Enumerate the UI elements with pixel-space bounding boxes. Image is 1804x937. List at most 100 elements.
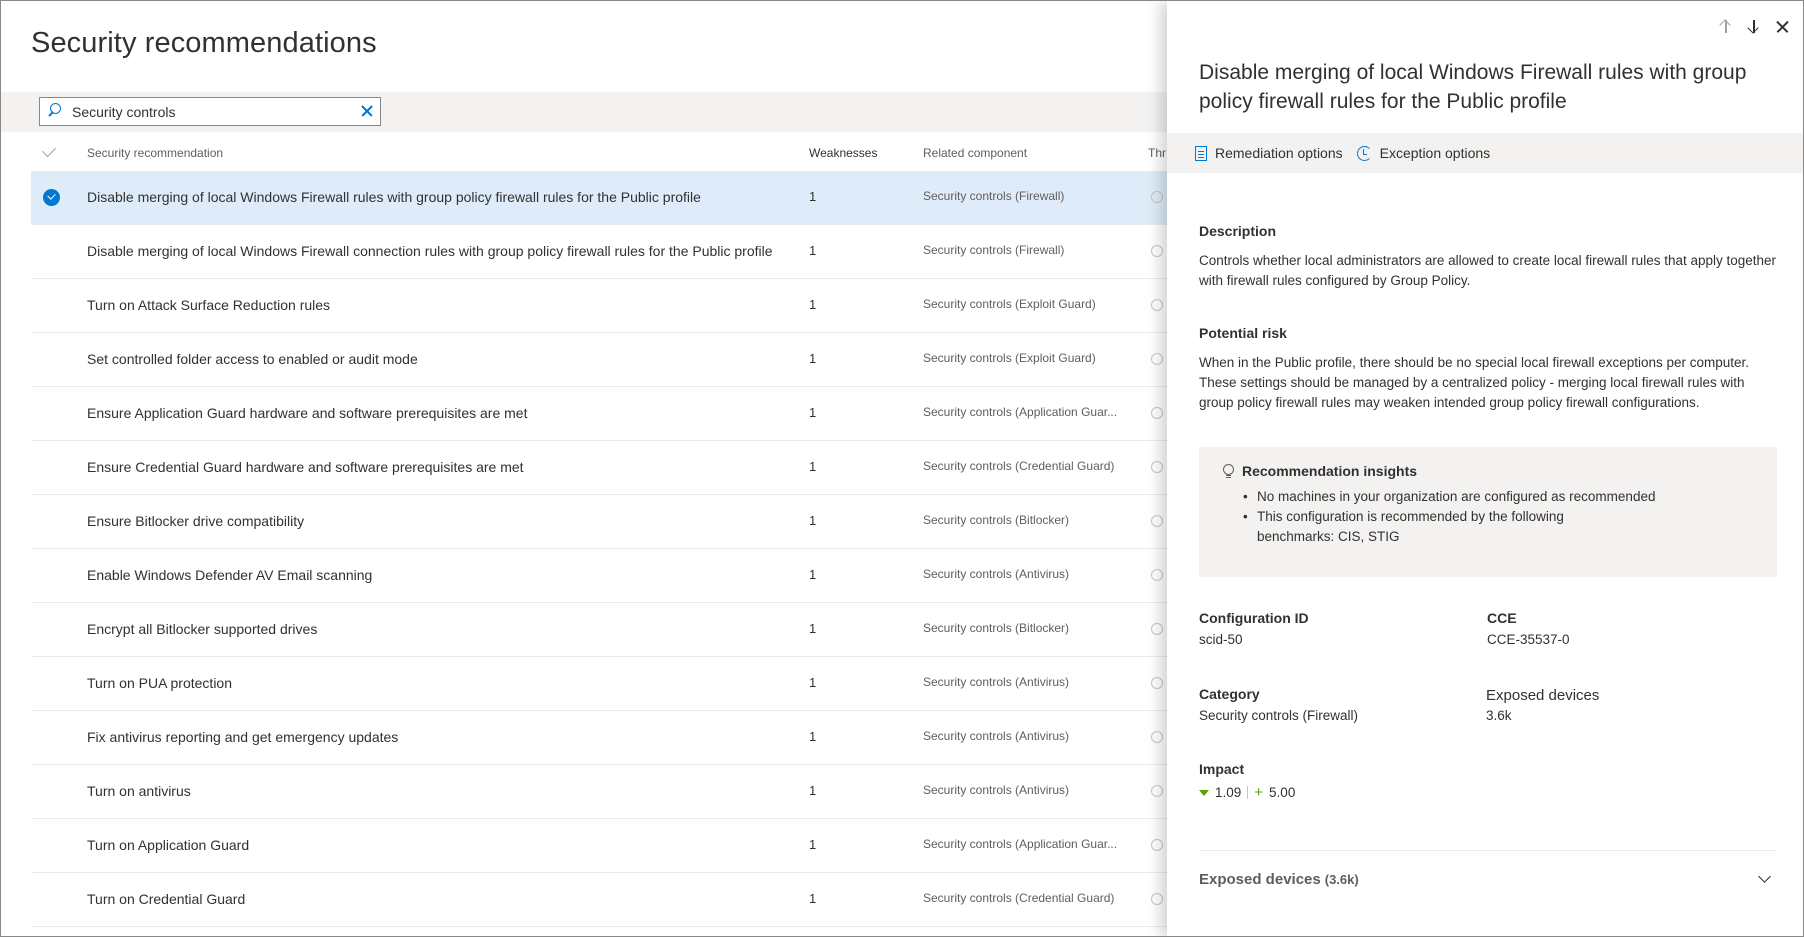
lightbulb-icon (1223, 464, 1234, 478)
insight-item: This configuration is recommended by the… (1243, 507, 1573, 547)
threat-indicator-icon (1151, 677, 1163, 689)
chevron-down-icon (1758, 870, 1771, 883)
row-checkbox[interactable] (43, 783, 60, 800)
related-component: Security controls (Firewall) (923, 189, 1065, 203)
row-checkbox[interactable] (43, 459, 60, 476)
panel-title: Disable merging of local Windows Firewal… (1199, 61, 1747, 113)
row-checkbox[interactable] (43, 837, 60, 854)
cce-label: CCE (1487, 610, 1517, 626)
recommendation-name: Disable merging of local Windows Firewal… (87, 189, 701, 205)
weaknesses-count: 1 (809, 567, 817, 582)
related-component: Security controls (Application Guar... (923, 405, 1118, 419)
row-checkbox[interactable] (43, 405, 60, 422)
exception-options-label: Exception options (1379, 145, 1491, 161)
related-component: Security controls (Antivirus) (923, 783, 1070, 797)
clear-search-icon[interactable] (354, 98, 380, 125)
previous-arrow-icon[interactable] (1717, 17, 1735, 37)
exposed-devices-section-label: Exposed devices (1199, 870, 1321, 888)
recommendation-name: Set controlled folder access to enabled … (87, 351, 418, 367)
table-row[interactable]: Fix antivirus reporting and get emergenc… (31, 711, 1171, 765)
table-row[interactable]: Turn on Application Guard 1 Security contr… (31, 819, 1171, 873)
threat-indicator-icon (1151, 893, 1163, 905)
related-component: Security controls (Bitlocker) (923, 621, 1070, 635)
related-component: Security controls (Bitlocker) (923, 513, 1070, 527)
related-component: Security controls (Credential Guard) (923, 891, 1115, 905)
table-row[interactable]: Ensure Credential Guard hardware and sof… (31, 441, 1171, 495)
next-arrow-icon[interactable] (1745, 17, 1763, 37)
weaknesses-count: 1 (809, 189, 817, 204)
search-input[interactable] (68, 99, 354, 124)
related-component: Security controls (Antivirus) (923, 675, 1070, 689)
related-component: Security controls (Credential Guard) (923, 459, 1115, 473)
table-row[interactable]: Turn on Attack Surface Reduction rules 1 S… (31, 279, 1171, 333)
table-row[interactable]: Turn on Credential Guard 1 Security contro… (31, 873, 1171, 927)
col-header-weaknesses[interactable]: Weaknesses (809, 146, 877, 160)
exception-clock-icon (1356, 145, 1372, 161)
threat-indicator-icon (1151, 353, 1163, 365)
category-field: Category Security controls (Firewall) (1199, 686, 1358, 723)
row-checkbox[interactable] (43, 567, 60, 584)
weaknesses-count: 1 (809, 459, 817, 474)
table-row[interactable]: Turn on antivirus 1 Security controls (Ant… (31, 765, 1171, 819)
category-value: Security controls (Firewall) (1199, 708, 1359, 723)
cce-field: CCE CCE-35537-0 (1487, 610, 1570, 647)
remediation-options-button[interactable]: Remediation options (1195, 145, 1343, 161)
row-checkbox[interactable] (43, 675, 60, 692)
threat-indicator-icon (1151, 407, 1163, 419)
insights-list: No machines in your organization are con… (1223, 487, 1753, 547)
threat-indicator-icon (1151, 461, 1163, 473)
select-all-checkmark-icon[interactable] (41, 142, 57, 158)
row-checkbox[interactable] (43, 729, 60, 746)
weaknesses-count: 1 (809, 405, 817, 420)
table-row[interactable]: Ensure Bitlocker drive compatibility 1 Sec… (31, 495, 1171, 549)
col-header-component[interactable]: Related component (923, 146, 1027, 160)
related-component: Security controls (Exploit Guard) (923, 351, 1096, 365)
weaknesses-count: 1 (809, 513, 817, 528)
table-row[interactable]: Disable merging of local Windows Firewal… (31, 171, 1171, 225)
col-header-threats[interactable]: Thr (1148, 146, 1166, 160)
document-icon (1195, 145, 1207, 161)
table-row[interactable]: Enable Windows Defender AV Email scannin… (31, 549, 1171, 603)
exposed-devices-accordion[interactable]: Exposed devices (3.6k) (1199, 850, 1777, 908)
row-checkbox[interactable] (43, 621, 60, 638)
impact-exposure-value: 1.09 (1215, 785, 1242, 800)
close-icon[interactable] (1773, 17, 1791, 37)
related-component: Security controls (Exploit Guard) (923, 297, 1096, 311)
recommendation-name: Encrypt all Bitlocker supported drives (87, 621, 318, 637)
table-row[interactable]: Set controlled folder access to enabled … (31, 333, 1171, 387)
row-checkbox[interactable] (43, 513, 60, 530)
related-component: Security controls (Firewall) (923, 243, 1065, 257)
row-checkbox[interactable] (43, 351, 60, 368)
table-row[interactable]: Ensure Application Guard hardware and so… (31, 387, 1171, 441)
recommendation-name: Ensure Application Guard hardware and so… (87, 405, 528, 421)
weaknesses-count: 1 (809, 729, 817, 744)
row-checkbox[interactable] (43, 189, 60, 206)
col-header-recommendation[interactable]: Security recommendation (87, 146, 223, 160)
potential-risk-text: When in the Public profile, there should… (1199, 355, 1750, 410)
exception-options-button[interactable]: Exception options (1356, 145, 1491, 161)
recommendation-name: Ensure Bitlocker drive compatibility (87, 513, 305, 529)
row-checkbox[interactable] (43, 891, 60, 908)
table-row[interactable]: Turn on PUA protection 1 Security controls… (31, 657, 1171, 711)
category-label: Category (1199, 686, 1260, 702)
recommendation-name: Enable Windows Defender AV Email scannin… (87, 567, 373, 583)
insights-heading: Recommendation insights (1242, 463, 1418, 479)
impact-label: Impact (1199, 761, 1245, 777)
table-row[interactable]: Disable merging of local Windows Firewal… (31, 225, 1171, 279)
table-row[interactable]: Encrypt all Bitlocker supported drives 1 S… (31, 603, 1171, 657)
recommendation-name: Fix antivirus reporting and get emergenc… (87, 729, 399, 745)
impact-divider (1247, 786, 1249, 799)
command-bar: Remediation options Exception options (1167, 133, 1803, 173)
row-checkbox[interactable] (43, 297, 60, 314)
recommendation-name: Turn on Application Guard (87, 837, 250, 853)
exposed-devices-value: 3.6k (1486, 708, 1512, 723)
threat-indicator-icon (1151, 839, 1163, 851)
threat-indicator-icon (1151, 623, 1163, 635)
recommendation-name: Turn on Attack Surface Reduction rules (87, 297, 331, 313)
description-heading: Description (1199, 223, 1277, 239)
row-checkbox[interactable] (43, 243, 60, 260)
search-icon (40, 98, 68, 125)
recommendation-name: Turn on PUA protection (87, 675, 233, 691)
recommendations-table: Disable merging of local Windows Firewal… (31, 171, 1171, 927)
impact-field: Impact 1.09 + 5.00 (1199, 761, 1295, 800)
